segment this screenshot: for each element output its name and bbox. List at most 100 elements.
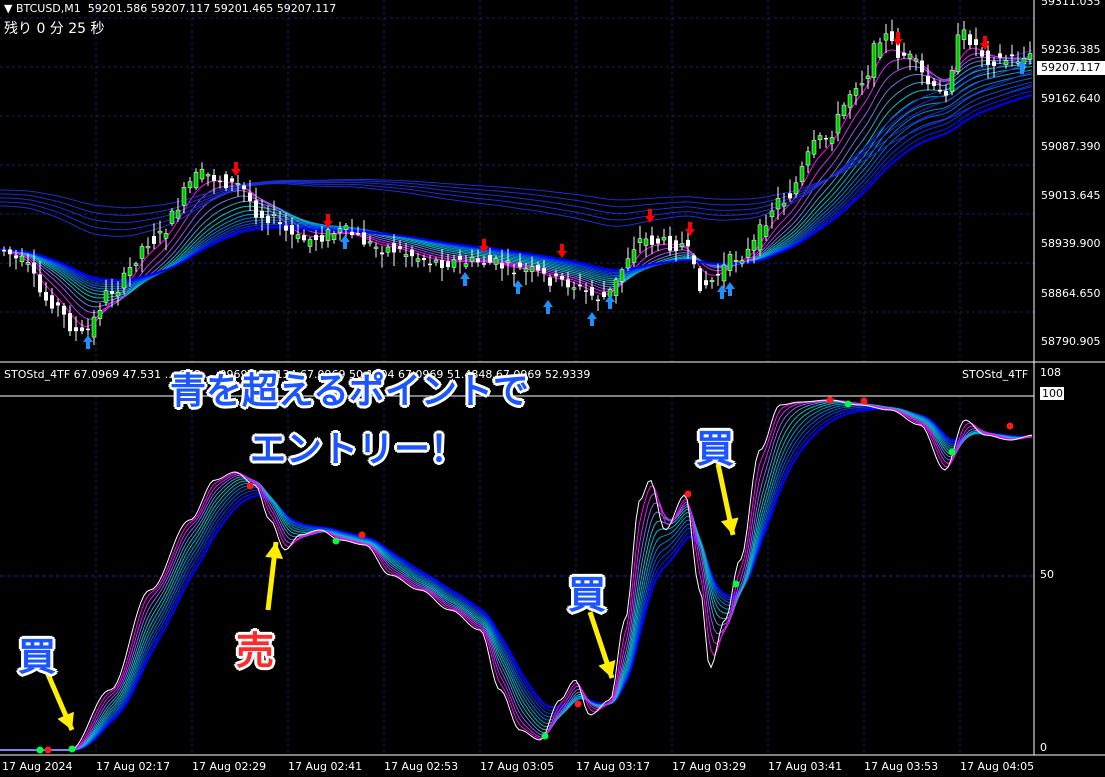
candle-body [542,267,546,274]
candle-body [829,137,835,144]
ohlc-values: 59201.586 59207.117 59201.465 59207.117 [87,2,337,15]
candle-body [50,295,54,309]
annotation-line1: 青を超えるポイントで [170,371,529,412]
candle-body [422,257,426,261]
candle-body [716,274,720,276]
candle-body [674,240,678,252]
candle-body [805,151,811,166]
candle-body [698,268,702,292]
candle-body [230,178,234,182]
price-label: 59013.645 [1041,189,1101,202]
candle-body [788,193,792,199]
candle-body [25,262,31,265]
candle-body [145,246,151,249]
candle-body [721,264,727,282]
time-label: 17 Aug 04:05 [960,760,1035,773]
dropdown-triangle-icon[interactable]: ▼ [4,2,16,15]
candle-body [1010,54,1014,57]
candle-body [554,273,558,277]
candle-body [529,266,535,272]
candle-body [811,139,817,155]
candle-body [668,235,672,251]
candle-body [320,235,324,242]
candle-body [932,81,936,86]
candle-body [859,83,865,86]
time-label: 17 Aug 03:17 [576,760,651,773]
candle-body [566,279,570,288]
candle-body [392,243,396,253]
indicator-level-current: 100 [1040,387,1064,400]
candle-body [847,94,853,108]
buy-dot [948,448,956,456]
buy-label: 買 [568,573,607,617]
candle-body [968,34,972,46]
chart-canvas[interactable] [0,0,1105,777]
candle-body [692,255,696,265]
candle-body [835,114,841,134]
candle-body [80,327,84,332]
candle-body [560,275,564,280]
candle-body [596,299,600,302]
candle-body [260,210,264,218]
indicator-header-right: STOStd_4TF [962,368,1029,381]
candle-body [302,235,306,241]
candle-body [727,254,733,271]
candle-body [992,61,996,66]
candle-body [337,228,343,233]
candle-body [463,263,469,267]
candle-body [385,246,391,253]
sell-dot [860,397,868,405]
candle-body [86,328,90,331]
candle-body [290,225,294,235]
sell-arrow-icon [645,209,655,223]
candle-body [980,50,984,57]
candle-body [751,239,757,251]
candle-body [578,284,582,287]
buy-arrow-icon [83,335,93,349]
candle-body [469,256,475,262]
candle-body [613,279,619,296]
candle-body [373,246,379,249]
candle-body [944,90,948,96]
candle-body [284,225,288,231]
candle-body [625,258,631,269]
candle-body [235,183,241,186]
candle-body [362,232,366,245]
price-label: 58939.900 [1041,237,1101,250]
candle-body [74,327,78,332]
candle-body [656,238,660,244]
ribbon-line [0,94,1033,282]
ribbon-line [0,58,1033,308]
stochastic-line [0,400,1033,751]
candle-body [739,260,745,264]
sell-arrow-icon [685,222,695,236]
candle-body [254,200,258,218]
price-label: 59236.385 [1041,43,1101,56]
indicator-level-label: 50 [1040,568,1054,581]
buy-dot [732,580,740,588]
sell-dot [826,396,834,404]
sell-dot [246,482,254,490]
candle-body [590,286,594,296]
candle-body [103,290,109,303]
candle-body [403,254,409,258]
candle-body [2,249,6,252]
candles [2,19,1033,346]
candle-body [350,231,354,236]
candle-body [1027,53,1033,60]
buy-arrow-icon [605,295,615,309]
candle-body [548,277,552,286]
buy-dot [541,732,549,740]
candle-body [631,249,637,263]
ribbon-line [0,81,1033,286]
candle-body [584,290,588,292]
candle-body [686,239,690,247]
buy-dot [68,745,76,753]
time-label: 17 Aug 02:17 [96,760,171,773]
candle-body [32,262,36,274]
sell-dot [684,490,692,498]
buy-label: 買 [18,635,57,679]
sell-dot [44,746,52,754]
sell-arrow-icon [557,244,567,258]
candle-body [757,224,763,251]
